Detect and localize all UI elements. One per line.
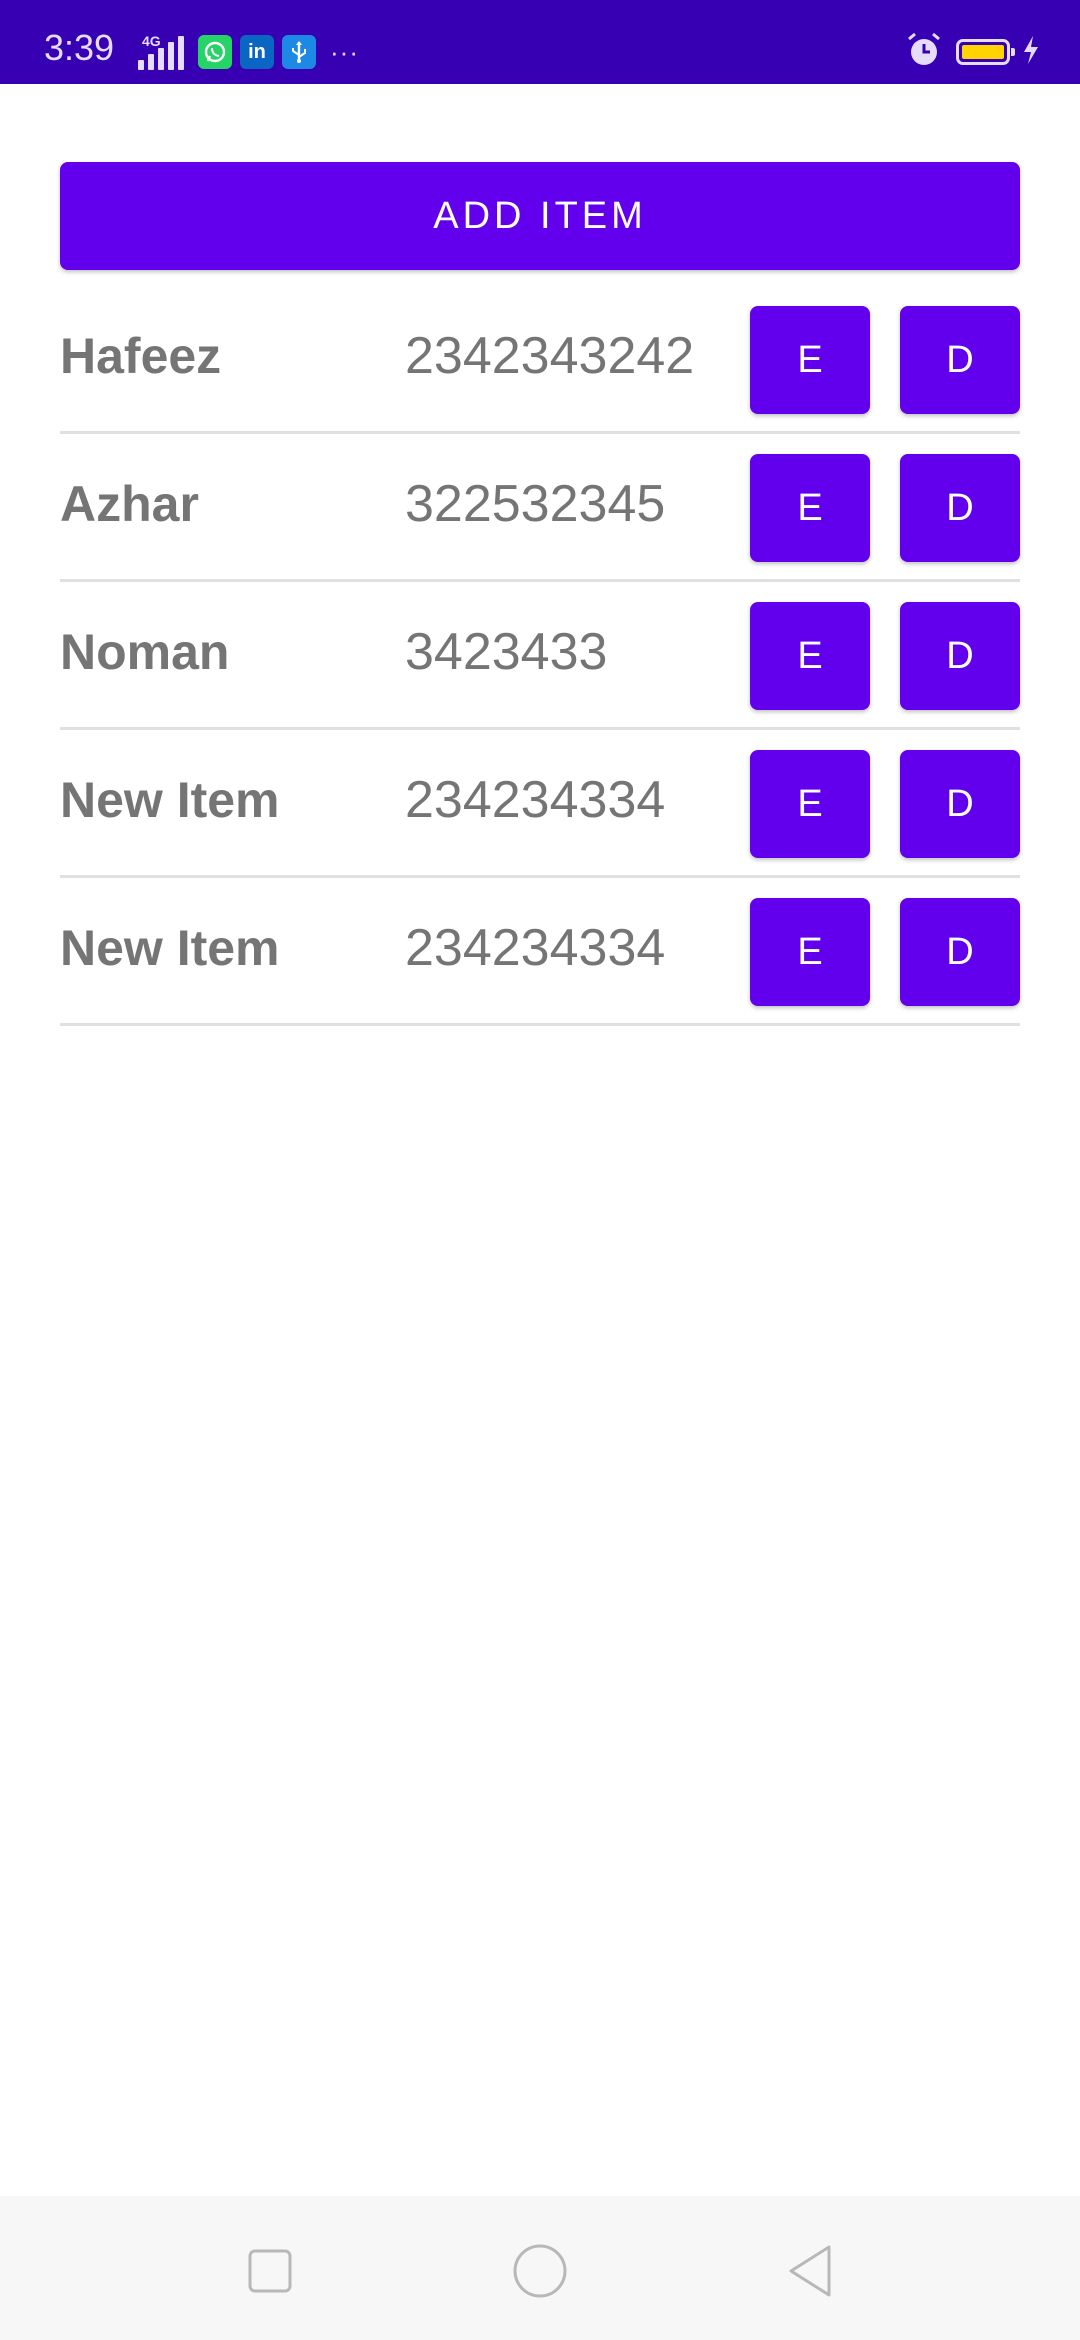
delete-button[interactable]: D <box>900 602 1020 710</box>
whatsapp-icon <box>198 35 232 69</box>
edit-button[interactable]: E <box>750 454 870 562</box>
item-number: 234234334 <box>405 919 666 977</box>
alarm-icon <box>904 30 944 75</box>
back-triangle-icon[interactable] <box>775 2236 845 2306</box>
list-item: Hafeez 2342343242 E D <box>60 286 1020 434</box>
app-screen: 3:39 4G in ··· ADD ITEM Hafeez 234234324… <box>0 0 1080 2340</box>
linkedin-icon: in <box>240 35 274 69</box>
item-number: 3423433 <box>405 623 608 681</box>
home-circle-icon[interactable] <box>505 2236 575 2306</box>
item-name: New Item <box>60 772 280 828</box>
edit-button[interactable]: E <box>750 750 870 858</box>
item-number: 322532345 <box>405 475 666 533</box>
status-right-icons <box>904 30 1040 74</box>
battery-icon <box>956 39 1015 65</box>
navigation-bar <box>0 2196 1080 2340</box>
list-item: New Item 234234334 E D <box>60 730 1020 878</box>
list-item: Noman 3423433 E D <box>60 582 1020 730</box>
item-number: 234234334 <box>405 771 666 829</box>
edit-button[interactable]: E <box>750 306 870 414</box>
delete-button[interactable]: D <box>900 898 1020 1006</box>
item-name: New Item <box>60 920 280 976</box>
edit-button[interactable]: E <box>750 602 870 710</box>
list-item: New Item 234234334 E D <box>60 878 1020 1026</box>
item-name: Azhar <box>60 476 199 532</box>
item-name: Noman <box>60 624 230 680</box>
network-type-label: 4G <box>142 33 161 49</box>
signal-icon: 4G <box>130 32 190 72</box>
recents-square-icon[interactable] <box>235 2236 305 2306</box>
delete-button[interactable]: D <box>900 454 1020 562</box>
status-time: 3:39 <box>44 27 115 68</box>
edit-button[interactable]: E <box>750 898 870 1006</box>
delete-button[interactable]: D <box>900 306 1020 414</box>
item-list: Hafeez 2342343242 E D Azhar 322532345 E … <box>60 286 1020 1026</box>
delete-button[interactable]: D <box>900 750 1020 858</box>
add-item-button[interactable]: ADD ITEM <box>60 162 1020 270</box>
usb-icon <box>282 35 316 69</box>
status-bar: 3:39 4G in ··· <box>0 0 1080 84</box>
status-left-icons: 4G in ··· <box>130 32 359 72</box>
item-number: 2342343242 <box>405 327 695 385</box>
item-name: Hafeez <box>60 328 222 384</box>
more-notifications-icon: ··· <box>330 37 359 67</box>
charging-icon <box>1022 35 1040 70</box>
list-item: Azhar 322532345 E D <box>60 434 1020 582</box>
